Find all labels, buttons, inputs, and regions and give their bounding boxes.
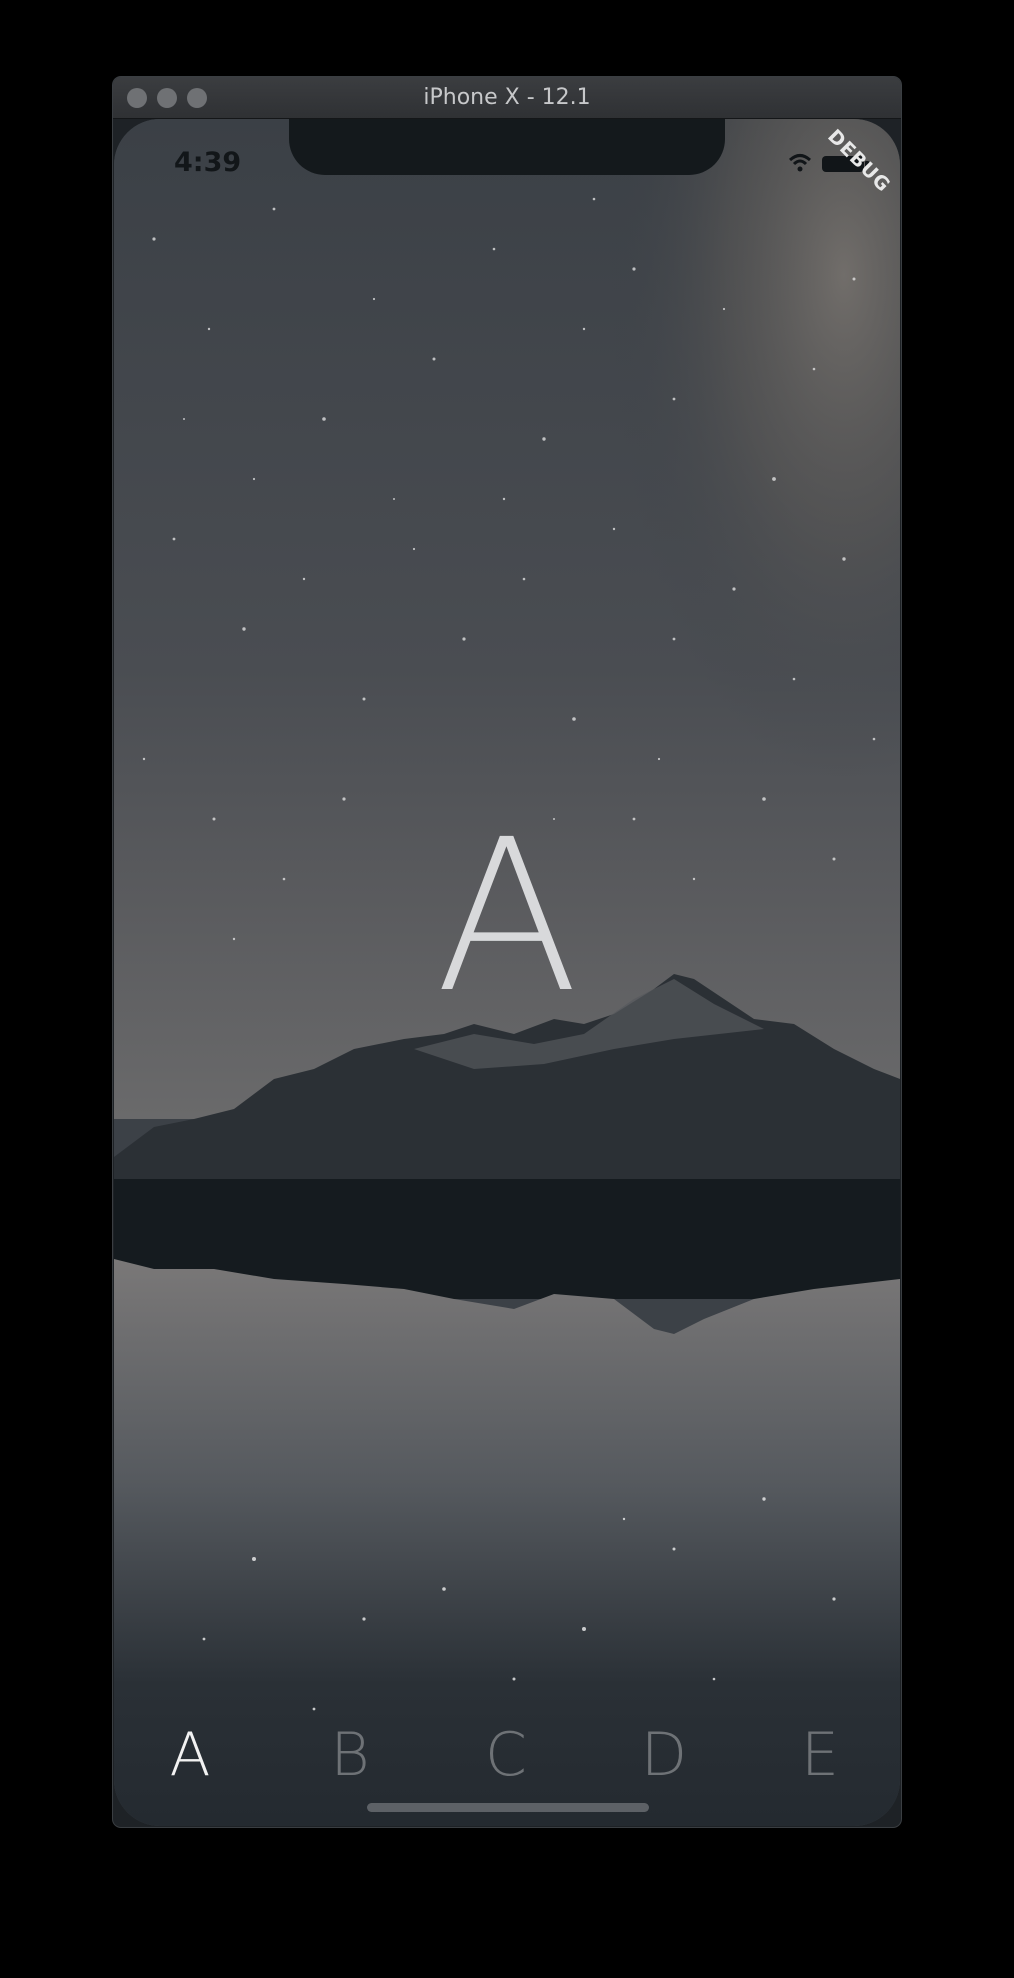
tab-a[interactable]: A: [150, 1723, 230, 1787]
wifi-icon: [788, 154, 812, 172]
device-screen: 4:39 DEBUG A A B C D E: [114, 119, 900, 1826]
bottom-letter-tabbar: A B C D E: [114, 1723, 900, 1803]
tab-b[interactable]: B: [310, 1723, 390, 1787]
tab-e[interactable]: E: [780, 1723, 860, 1787]
selected-page-letter-text: A: [435, 794, 579, 1039]
home-indicator[interactable]: [367, 1803, 649, 1812]
window-title: iPhone X - 12.1: [423, 85, 591, 110]
window-titlebar[interactable]: iPhone X - 12.1: [113, 77, 901, 119]
selected-page-letter: A: [114, 812, 900, 1022]
status-bar-time: 4:39: [174, 147, 242, 178]
simulator-window: iPhone X - 12.1 4:39 DEBUG A A B C D E: [113, 77, 901, 1827]
tab-d[interactable]: D: [624, 1723, 704, 1787]
device-notch: [289, 119, 725, 175]
tab-c[interactable]: C: [466, 1723, 546, 1787]
